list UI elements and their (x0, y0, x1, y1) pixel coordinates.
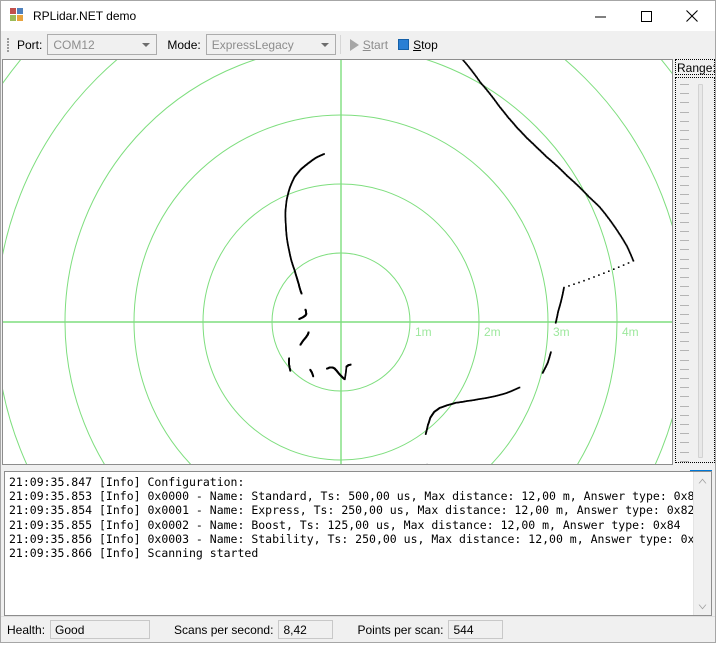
scans-per-second-value: 8,42 (278, 620, 334, 639)
svg-text:2m: 2m (484, 325, 501, 339)
close-icon (686, 10, 698, 22)
toolbar-separator (339, 35, 341, 54)
points-per-scan-label: Points per scan: (357, 622, 444, 637)
range-slider-track (698, 84, 703, 458)
chevron-up-icon (698, 478, 707, 483)
toolbar-grip[interactable] (5, 36, 12, 54)
points-per-scan-value: 544 (448, 620, 504, 639)
scans-per-second-label: Scans per second: (174, 622, 274, 637)
health-label: Health: (7, 622, 46, 637)
log-text: 21:09:35.847 [Info] Configuration: 21:09… (9, 475, 693, 561)
close-button[interactable] (669, 1, 715, 31)
app-icon (10, 8, 26, 24)
mode-value: ExpressLegacy (211, 37, 294, 52)
app-window: RPLidar.NET demo Port: COM12 Mode: Expre… (0, 0, 716, 643)
minimize-button[interactable] (577, 1, 623, 31)
health-value: Good (50, 620, 151, 639)
play-icon (349, 38, 359, 51)
port-combobox[interactable]: COM12 (47, 34, 158, 55)
svg-text:3m: 3m (553, 325, 570, 339)
svg-text:4m: 4m (622, 325, 639, 339)
status-bar: Health: Good Scans per second: 8,42 Poin… (1, 616, 715, 642)
start-button[interactable]: Start (345, 34, 393, 56)
log-scrollbar[interactable] (693, 472, 711, 615)
chevron-down-icon (320, 43, 329, 47)
log-panel[interactable]: 21:09:35.847 [Info] Configuration: 21:09… (4, 471, 712, 616)
range-panel: Range: (673, 59, 716, 486)
port-value: COM12 (53, 37, 95, 52)
mode-combobox[interactable]: ExpressLegacy (205, 34, 336, 55)
chevron-down-icon (698, 604, 707, 609)
range-slider[interactable] (675, 77, 715, 486)
stop-icon (398, 39, 410, 50)
range-slider-ticks (680, 84, 689, 462)
scroll-down-button[interactable] (694, 598, 711, 615)
minimize-icon (594, 16, 606, 17)
start-button-label: Start (362, 37, 389, 52)
mode-label: Mode: (167, 37, 201, 52)
stop-button[interactable]: Stop (393, 34, 443, 56)
scroll-up-button[interactable] (694, 472, 711, 489)
window-controls (577, 1, 715, 31)
svg-text:1m: 1m (415, 325, 432, 339)
range-label: Range: (677, 61, 716, 75)
stop-button-label: Stop (413, 37, 438, 52)
window-title: RPLidar.NET demo (33, 9, 137, 23)
polar-scan-chart: 1m 2m 3m 4m (3, 60, 672, 464)
title-bar: RPLidar.NET demo (1, 1, 715, 31)
maximize-icon (640, 10, 652, 22)
lidar-plot[interactable]: 1m 2m 3m 4m (2, 59, 673, 465)
chevron-down-icon (142, 43, 151, 47)
main-area: 1m 2m 3m 4m Range: (1, 59, 716, 486)
port-label: Port: (17, 37, 43, 52)
maximize-button[interactable] (623, 1, 669, 31)
toolbar: Port: COM12 Mode: ExpressLegacy Start St… (1, 31, 715, 59)
